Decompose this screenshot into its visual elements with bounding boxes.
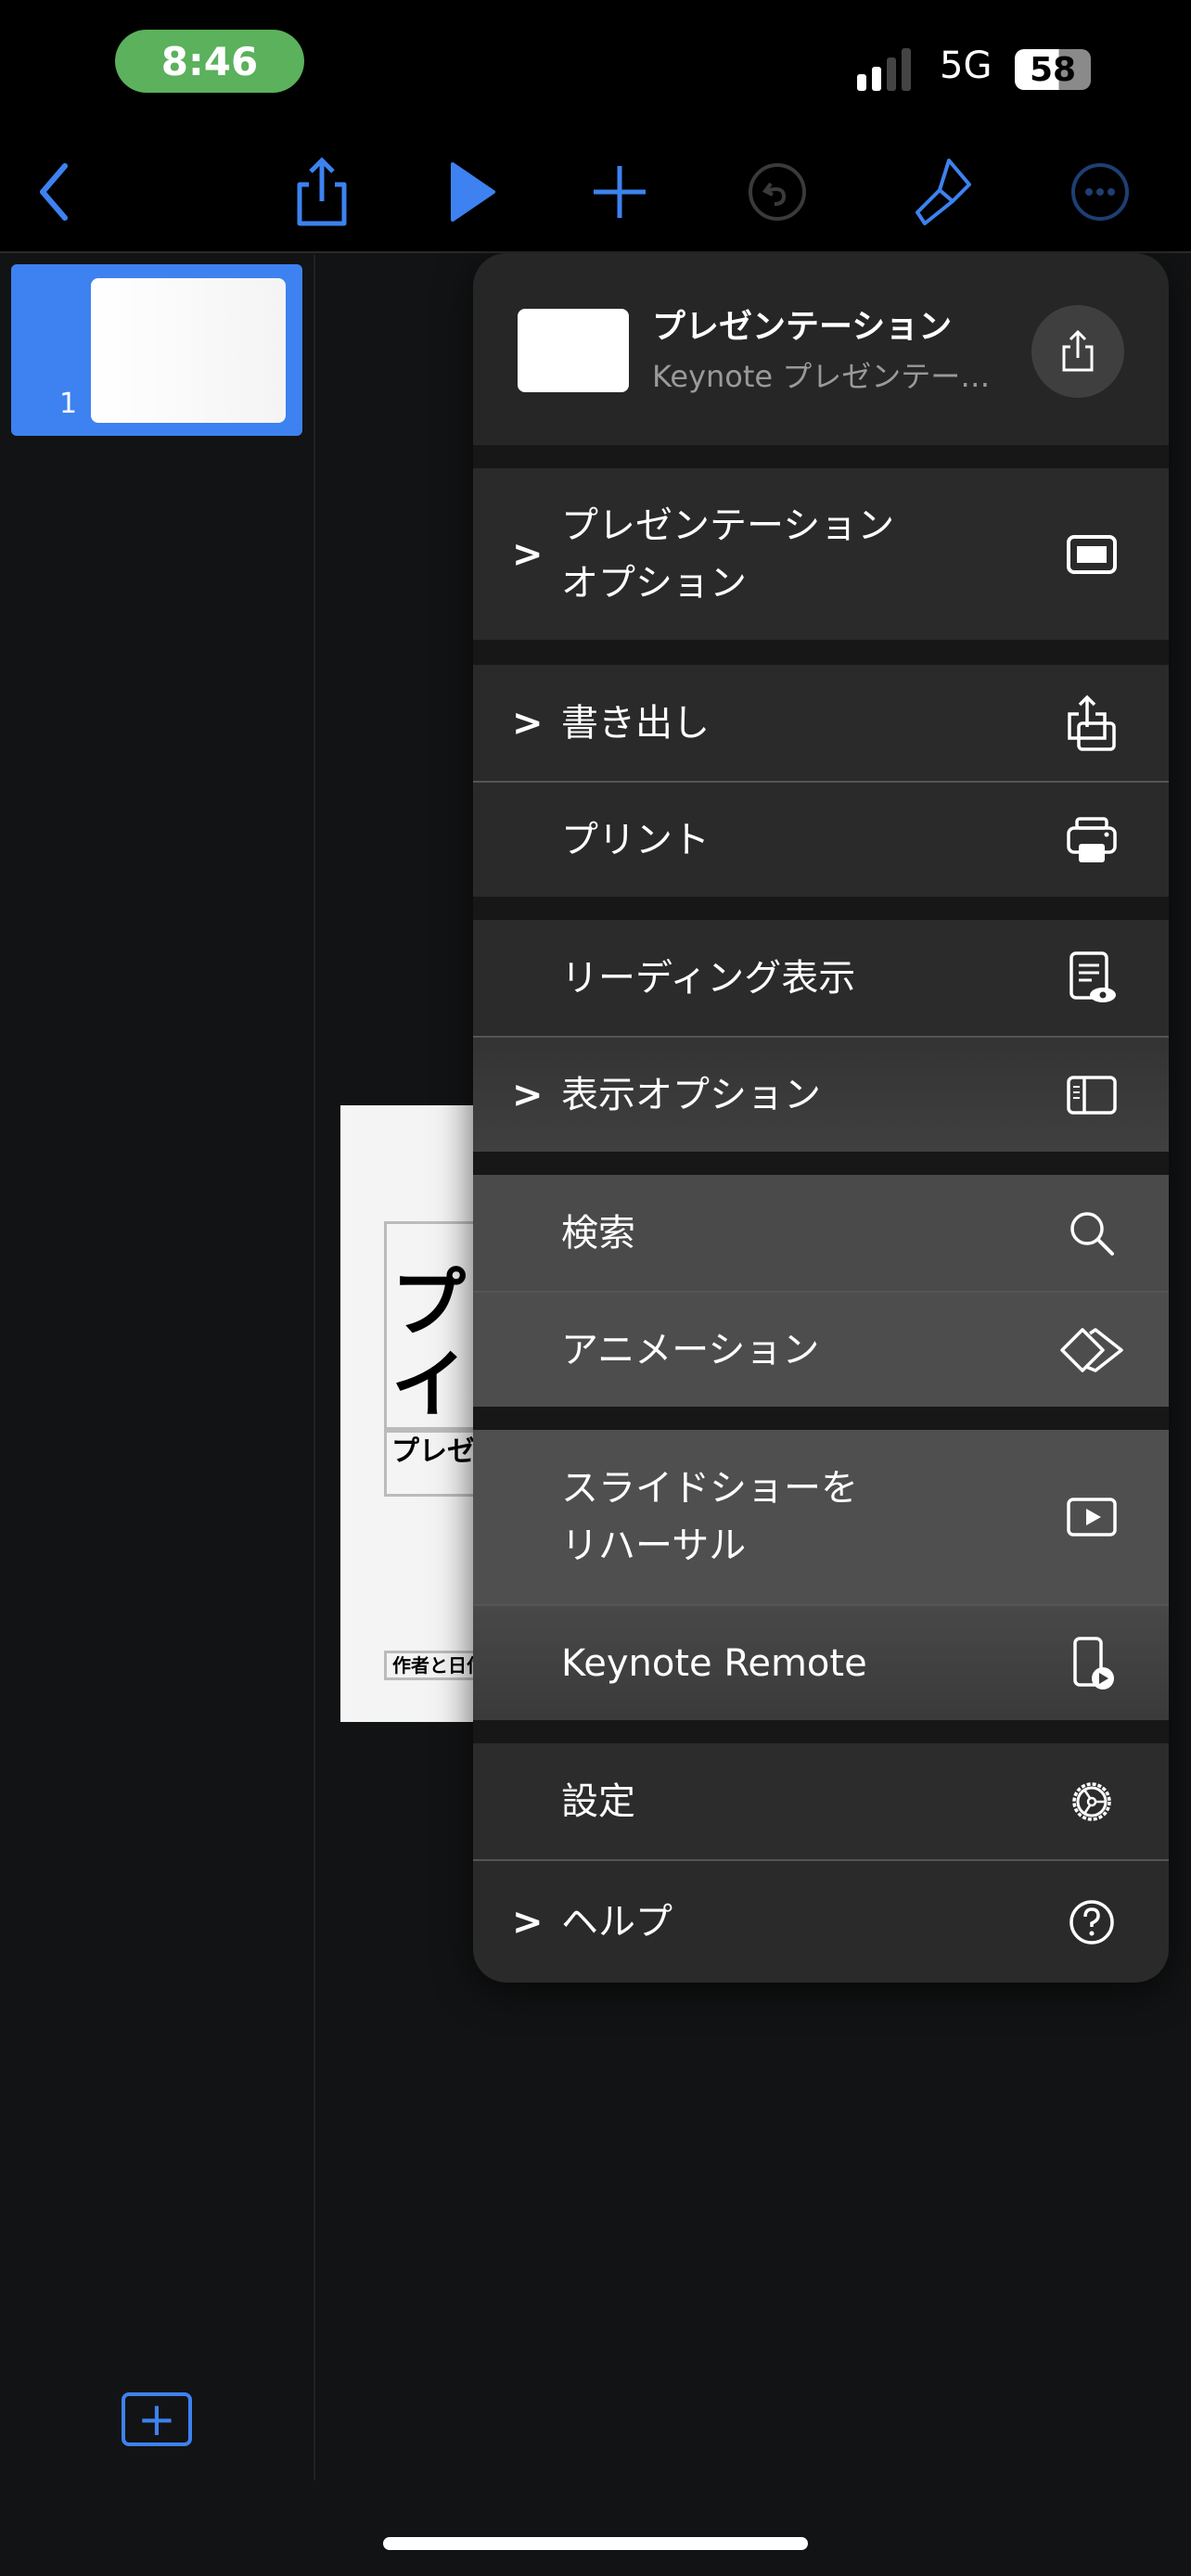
signal-icon — [857, 48, 911, 91]
network-type: 5G — [940, 45, 992, 87]
status-bar: 8:46 5G 58 — [0, 0, 1191, 130]
animation-icon — [1055, 1313, 1129, 1387]
chevron-right-icon: > — [512, 701, 544, 745]
menu-item-label: 書き出し — [561, 701, 710, 745]
export-icon — [1055, 686, 1129, 760]
menu-item-help[interactable]: > ヘルプ — [473, 1859, 1169, 1983]
battery-icon: 58 — [1015, 49, 1091, 90]
add-button[interactable] — [581, 153, 659, 231]
play-icon — [451, 162, 495, 222]
menu-item-label: リーディング表示 — [561, 956, 856, 1000]
format-brush-icon — [916, 159, 971, 225]
undo-icon — [749, 163, 806, 221]
menu-item-settings[interactable]: 設定 — [473, 1743, 1169, 1859]
share-document-button[interactable] — [1031, 305, 1124, 398]
home-indicator[interactable] — [383, 2537, 808, 2550]
menu-header: プレゼンテーション Keynote プレゼンテー… — [473, 253, 1169, 445]
chevron-right-icon: > — [512, 1900, 544, 1944]
menu-item-keynote-remote[interactable]: Keynote Remote — [473, 1604, 1169, 1720]
add-slide-button[interactable]: + — [122, 2392, 192, 2446]
menu-item-label: 設定 — [561, 1779, 635, 1823]
more-button[interactable] — [1061, 153, 1139, 231]
more-icon — [1071, 163, 1129, 221]
document-title: プレゼンテーション — [652, 308, 953, 346]
presentation-icon — [1055, 517, 1129, 592]
menu-item-presentation-options[interactable]: > プレゼンテーション オプション — [473, 468, 1169, 640]
menu-item-label: プレゼンテーション オプション — [561, 504, 895, 605]
sidebar-view-icon — [1055, 1058, 1129, 1132]
printer-icon — [1055, 803, 1129, 877]
menu-item-label: 検索 — [561, 1211, 635, 1255]
menu-item-view-options[interactable]: > 表示オプション — [473, 1036, 1169, 1152]
remote-icon — [1055, 1626, 1129, 1701]
slide-number: 1 — [59, 388, 78, 420]
gear-icon — [1055, 1765, 1129, 1839]
menu-item-reading-view[interactable]: リーディング表示 — [473, 920, 1169, 1036]
menu-item-print[interactable]: プリント — [473, 781, 1169, 897]
slide-thumbnail-preview[interactable] — [91, 278, 286, 423]
menu-item-search[interactable]: 検索 — [473, 1175, 1169, 1291]
chevron-right-icon: > — [512, 1073, 544, 1116]
slide-subtitle: プレゼ — [391, 1435, 475, 1468]
undo-button[interactable] — [738, 153, 816, 231]
menu-item-label: プリント — [561, 818, 710, 861]
menu-item-export[interactable]: > 書き出し — [473, 665, 1169, 781]
play-button[interactable] — [434, 153, 512, 231]
menu-item-rehearse-slideshow[interactable]: スライドショーを リハーサル — [473, 1430, 1169, 1604]
reading-view-icon — [1055, 941, 1129, 1015]
share-button[interactable] — [283, 153, 361, 231]
add-icon — [594, 166, 646, 218]
search-icon — [1055, 1196, 1129, 1270]
share-icon — [297, 157, 347, 226]
time-pill: 8:46 — [115, 30, 304, 93]
menu-item-label: スライドショーを リハーサル — [561, 1467, 858, 1567]
help-icon — [1055, 1885, 1129, 1959]
menu-item-label: ヘルプ — [561, 1900, 672, 1944]
menu-item-label: アニメーション — [561, 1328, 820, 1371]
back-icon — [40, 163, 68, 221]
slide-navigator — [0, 255, 315, 2480]
more-menu: プレゼンテーション Keynote プレゼンテー… > プレゼンテーション オプ… — [473, 253, 1169, 1983]
menu-item-label: 表示オプション — [561, 1073, 821, 1116]
document-subtitle: Keynote プレゼンテー… — [652, 359, 991, 394]
format-button[interactable] — [902, 153, 980, 231]
share-icon — [1062, 330, 1094, 372]
chevron-right-icon: > — [512, 532, 544, 576]
rehearse-play-icon — [1055, 1480, 1129, 1554]
menu-item-animation[interactable]: アニメーション — [473, 1291, 1169, 1407]
menu-item-label: Keynote Remote — [561, 1641, 867, 1685]
document-thumbnail — [518, 309, 629, 392]
back-button[interactable] — [15, 153, 93, 231]
